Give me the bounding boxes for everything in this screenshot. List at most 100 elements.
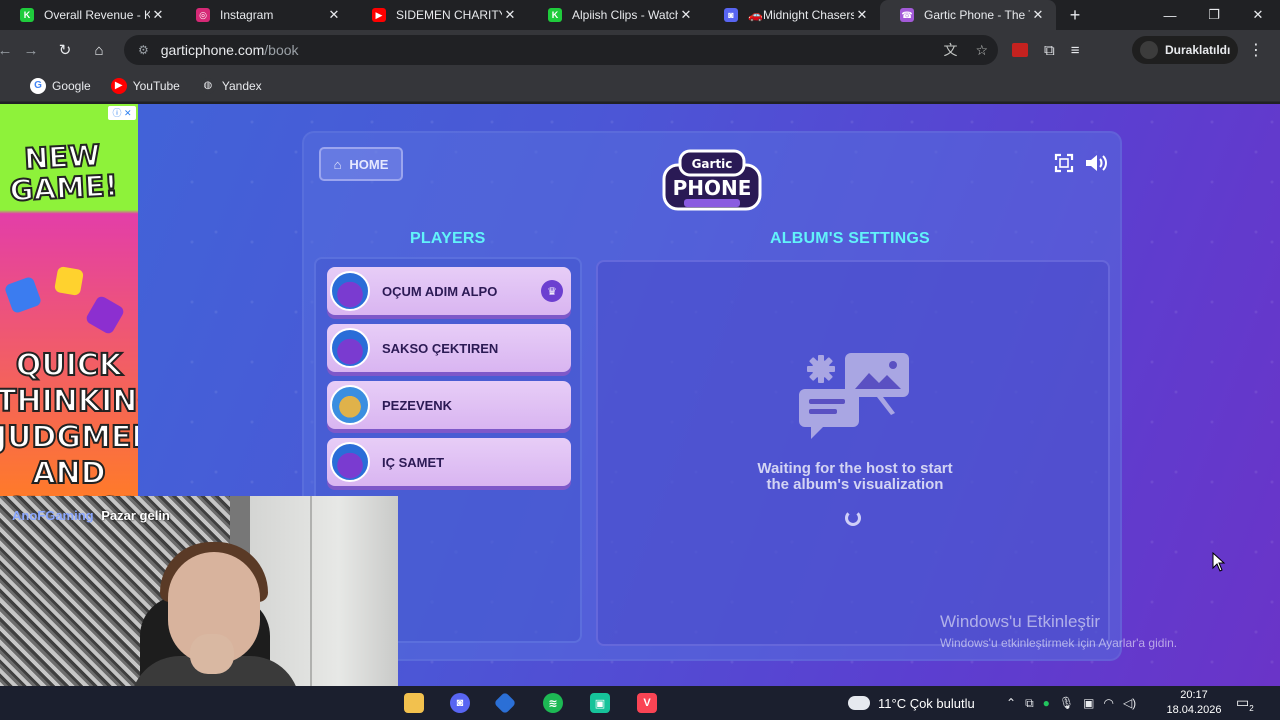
weather-widget[interactable]: 11°C Çok bulutlu	[848, 686, 975, 720]
url-text[interactable]: garticphone.com/book	[161, 42, 299, 58]
masked-avatar	[330, 385, 370, 425]
screen: KOverall Revenue - Kick✕◎Instagram✕▶SIDE…	[0, 0, 1280, 720]
bookmark-google[interactable]: G Google	[30, 77, 91, 94]
player-card: SAKSO ÇEKTIREN	[327, 324, 571, 372]
microphone-icon[interactable]: 🎙	[1059, 696, 1074, 710]
globe-icon: ◍	[199, 77, 216, 94]
bookmark-label: YouTube	[132, 78, 180, 93]
bookmarks-bar: G Google ▶ YouTube ◍ Yandex	[0, 70, 1280, 102]
bookmark-star-icon[interactable]: ☆	[975, 42, 988, 59]
bookmark-label: Google	[52, 78, 91, 93]
close-icon[interactable]: ✕	[502, 7, 518, 23]
bookmark-yandex[interactable]: ◍ Yandex	[199, 77, 262, 94]
chat-message: AnoFGaming Pazar gelin	[12, 508, 170, 523]
tab-title: Overall Revenue - Kick	[44, 8, 150, 22]
player-card: OÇUM ADIM ALPO ♛	[327, 267, 571, 315]
house-icon: ⌂	[333, 156, 342, 172]
dice-icon	[3, 275, 43, 315]
svg-text:Gartic: Gartic	[692, 157, 733, 171]
album-settings-title: ALBUM'S SETTINGS	[770, 230, 930, 247]
menu-kebab-icon[interactable]: ⋮	[1248, 30, 1264, 70]
svg-text:PHONE: PHONE	[673, 176, 752, 200]
clock[interactable]: 20:17 18.04.2026	[1166, 688, 1222, 718]
close-icon[interactable]: ✕	[678, 7, 694, 23]
home-button[interactable]: ⌂ HOME	[319, 147, 403, 181]
weather-text: 11°C Çok bulutlu	[878, 695, 975, 711]
browser-tab[interactable]: K Alpiish Clips - Watch ✕	[528, 0, 704, 30]
tab-title: SIDEMEN CHARITY MATCH	[396, 8, 502, 22]
home-icon[interactable]: ⌂	[82, 33, 116, 67]
home-label: HOME	[349, 156, 389, 172]
profile-label: Duraklatıldı	[1165, 43, 1231, 57]
player-name: PEZEVENK	[382, 397, 453, 413]
translate-icon[interactable]: 文	[943, 40, 957, 60]
reload-icon[interactable]: ↻	[48, 33, 82, 67]
kick-icon: K	[20, 8, 34, 22]
settings-chat-icon	[799, 353, 909, 439]
media-control-icon[interactable]: ≡	[1071, 42, 1080, 59]
browser-tab[interactable]: ▶ SIDEMEN CHARITY MATCH✕	[352, 0, 528, 30]
google-icon: G	[30, 77, 46, 94]
album-settings-box: Waiting for the host to start the album'…	[596, 260, 1110, 646]
kick-icon: K	[548, 8, 562, 22]
new-tab-icon[interactable]: +	[1060, 0, 1090, 30]
game-app-icon[interactable]: ▣	[590, 693, 610, 713]
mouse-cursor-icon	[1212, 552, 1226, 572]
chevron-up-icon[interactable]: ⌃	[1006, 696, 1016, 710]
app-icon[interactable]	[493, 691, 517, 715]
player-card: PEZEVENK	[327, 381, 571, 429]
close-window-icon[interactable]: ✕	[1236, 0, 1280, 30]
status-dot-icon[interactable]: ●	[1043, 696, 1050, 710]
browser-tab[interactable]: ☎ Gartic Phone - The Telephone Game✕	[880, 0, 1056, 30]
browser-tab[interactable]: ◎ Instagram ✕	[176, 0, 352, 30]
profile-button[interactable]: Duraklatıldı	[1132, 36, 1238, 64]
discord-icon[interactable]: ◙	[450, 693, 470, 713]
purple-bird-avatar	[330, 442, 370, 482]
discord-icon: ◙	[724, 8, 738, 22]
loading-spinner	[845, 510, 861, 526]
ad-info-icon[interactable]: ⓘ ✕	[108, 106, 136, 120]
windows-activation-watermark: Windows'u Etkinleştir Windows'u etkinleş…	[940, 612, 1178, 650]
speaker-icon[interactable]: ◁)	[1123, 696, 1136, 710]
instagram-icon: ◎	[196, 8, 210, 22]
spotify-icon[interactable]: ≋	[543, 693, 563, 713]
file-explorer-icon[interactable]	[404, 693, 424, 713]
chat-username: AnoFGaming	[12, 508, 94, 523]
bookmark-youtube[interactable]: ▶ YouTube	[110, 77, 180, 94]
fullscreen-icon[interactable]	[1054, 153, 1074, 173]
minimize-icon[interactable]: —	[1148, 0, 1192, 30]
profile-avatar	[1140, 41, 1158, 59]
youtube-icon: ▶	[110, 77, 127, 94]
volume-icon[interactable]	[1084, 153, 1108, 173]
tab-title: Alpiish Clips - Watch	[572, 8, 678, 22]
tray-app-icon[interactable]: ▣	[1083, 696, 1094, 710]
crown-icon: ♛	[541, 280, 563, 302]
notifications-icon[interactable]: ▭2	[1236, 694, 1254, 713]
site-info-icon[interactable]: ⚙	[138, 43, 149, 57]
forward-icon[interactable]: →	[14, 33, 48, 67]
gartic-phone-logo: Gartic PHONE	[662, 149, 762, 211]
address-bar[interactable]: ⚙ garticphone.com/book 文 ☆	[124, 35, 998, 65]
valorant-icon[interactable]: V	[637, 693, 657, 713]
close-icon[interactable]: ✕	[326, 7, 342, 23]
player-name: OÇUM ADIM ALPO	[382, 283, 498, 299]
waiting-message: Waiting for the host to start the album'…	[757, 460, 953, 493]
tab-title: 🚗Midnight Chasers	[748, 8, 854, 22]
browser-tab[interactable]: K Overall Revenue - Kick✕	[0, 0, 176, 30]
chat-text: Pazar gelin	[101, 508, 170, 523]
purple-bird-avatar	[330, 271, 370, 311]
browser-tab[interactable]: ◙ 🚗Midnight Chasers ✕	[704, 0, 880, 30]
close-icon[interactable]: ✕	[1030, 7, 1046, 23]
windows-taskbar: ◙ ≋ ▣ V 11°C Çok bulutlu ⌃ ⧉ ● 🎙 ▣ ◠ ◁) …	[0, 686, 1280, 720]
ad-tagline: QUICK THINKING, JUDGMENT AND CHAOS!	[0, 347, 138, 496]
close-icon[interactable]: ✕	[854, 7, 870, 23]
ad-banner[interactable]: ⓘ ✕ NEW GAME! QUICK THINKING, JUDGMENT A…	[0, 104, 138, 496]
extension-icon[interactable]	[1012, 43, 1028, 57]
tray-app-icon[interactable]: ⧉	[1025, 696, 1034, 711]
dice-icon	[53, 265, 85, 297]
restore-icon[interactable]: ❐	[1192, 0, 1236, 30]
cloud-icon	[848, 696, 870, 710]
close-icon[interactable]: ✕	[150, 7, 166, 23]
wifi-icon[interactable]: ◠	[1103, 696, 1113, 710]
extensions-puzzle-icon[interactable]: ⧉	[1044, 42, 1055, 59]
